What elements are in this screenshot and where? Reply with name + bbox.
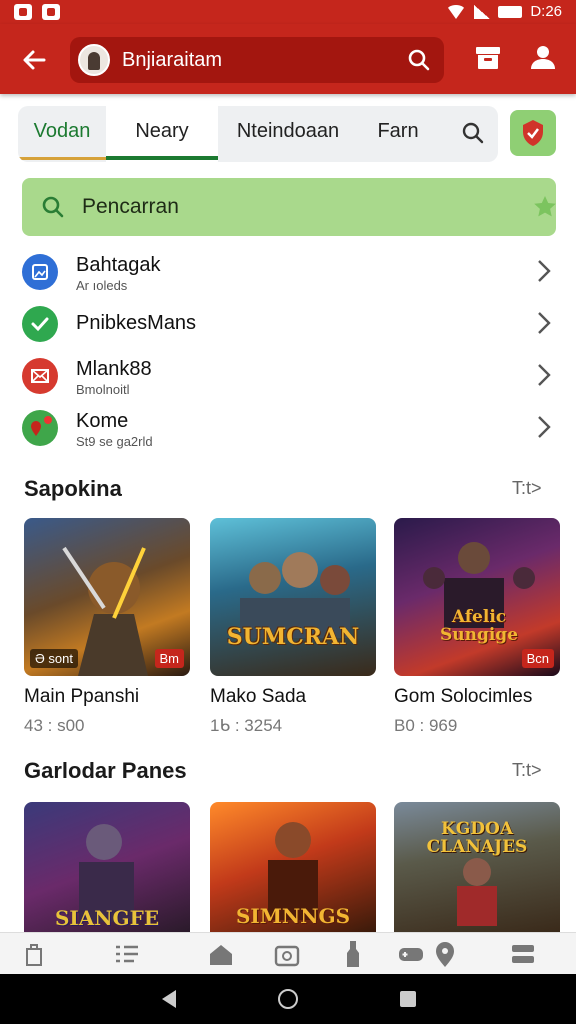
list-item[interactable]: PnibkesMans (0, 304, 576, 356)
shield-button[interactable] (510, 110, 556, 156)
tab-neary[interactable]: Neary (106, 106, 218, 162)
card-badge-right: Bcn (521, 649, 554, 668)
bottle-icon[interactable] (338, 939, 368, 969)
system-navigation-bar (0, 974, 576, 1024)
archive-icon[interactable] (474, 44, 502, 72)
list-item-title: Bahtagak (76, 254, 161, 276)
list-item[interactable]: Mlank88 Bmolnoitl (0, 356, 576, 408)
battery-icon (498, 5, 523, 18)
tab-search-icon[interactable] (460, 120, 486, 146)
tab-farn[interactable]: Farn (358, 106, 438, 162)
home-circle-icon[interactable] (277, 988, 299, 1010)
chevron-right-icon (538, 260, 551, 282)
location-icon[interactable] (430, 939, 460, 969)
app-notification-icon (14, 4, 32, 20)
camera-icon[interactable] (272, 939, 302, 969)
category-tabs: Vodan Neary Nteindoaan Farn (18, 106, 498, 162)
list-item-title: PnibkesMans (76, 312, 197, 334)
search-bar-title: Bnjiaraitam (122, 48, 223, 71)
mail-notification-icon (42, 4, 60, 20)
section-more-link[interactable]: T:t> (512, 760, 542, 781)
avatar[interactable] (78, 44, 110, 76)
store-icon[interactable] (22, 939, 52, 969)
status-bar: D:26 (0, 0, 576, 24)
home-icon[interactable] (206, 939, 236, 969)
game-art-title: Afelic Sungige (439, 607, 519, 645)
app-bar: Bnjiaraitam (0, 24, 576, 94)
check-icon (22, 306, 58, 342)
game-cover-image: SIMNNGS (210, 802, 376, 932)
search-icon (42, 196, 64, 218)
game-art-title: SIANGFE (54, 906, 160, 930)
game-stat: B0 : 969 (394, 716, 458, 735)
list-item[interactable]: Kome St9 se ga2rld (0, 408, 576, 460)
bottom-navigation (0, 932, 576, 974)
signal-icon (474, 4, 491, 19)
wifi-icon (446, 4, 467, 19)
shield-icon (523, 120, 543, 146)
chevron-right-icon (538, 416, 551, 438)
section-title: Garlodar Panes (24, 758, 187, 783)
game-card[interactable]: SIMNNGS (210, 802, 376, 932)
game-card[interactable]: KGDOA CLANAJES (394, 802, 560, 932)
game-cover-image: KGDOA CLANAJES (394, 802, 560, 932)
section-more-link[interactable]: T:t> (512, 478, 542, 499)
profile-search-bar[interactable]: Bnjiaraitam (70, 37, 444, 83)
section-title: Sapokina (24, 476, 122, 501)
list-item-title: Kome (76, 410, 129, 432)
tab-nteindoaan[interactable]: Nteindoaan (218, 106, 358, 162)
game-cover-image: SIANGFE (24, 802, 190, 932)
list-item-subtitle: Ar ıoleds (76, 278, 128, 293)
mail-icon (22, 358, 58, 394)
game-art-title: KGDOA CLANAJES (426, 819, 528, 857)
image-icon (22, 254, 58, 290)
card-badge-left: Ə sont (30, 649, 78, 668)
game-cover-image: SUMCRAN (210, 518, 376, 676)
game-title: Main Ppanshi (24, 686, 140, 707)
back-arrow-icon[interactable] (18, 44, 50, 76)
list-item-subtitle: Bmolnoitl (76, 382, 130, 397)
game-title: Mako Sada (210, 686, 307, 707)
tab-vodan[interactable]: Vodan (18, 106, 106, 162)
list-item-subtitle: St9 se ga2rld (76, 434, 153, 449)
search-placeholder: Pencarran (82, 195, 179, 218)
search-input[interactable]: Pencarran (22, 178, 556, 236)
chevron-right-icon (538, 312, 551, 334)
back-triangle-icon[interactable] (158, 988, 180, 1010)
game-stat: 43 : s00 (24, 716, 85, 735)
game-title: Gom Solocimles (394, 686, 533, 707)
list-item[interactable]: Bahtagak Ar ıoleds (0, 252, 576, 304)
recents-square-icon[interactable] (398, 989, 418, 1009)
game-cover-image: Ə sont Bm (24, 518, 190, 676)
game-cover-image: Afelic Sungige Bcn (394, 518, 560, 676)
game-card[interactable]: SIANGFE (24, 802, 190, 932)
map-pin-icon (22, 410, 58, 446)
status-time: D:26 (530, 3, 562, 20)
gamepad-icon[interactable] (396, 939, 426, 969)
list-icon[interactable] (112, 939, 142, 969)
game-art-title: SIMNNGS (235, 904, 351, 928)
menu-icon[interactable] (508, 939, 538, 969)
star-icon[interactable] (532, 194, 558, 220)
card-badge-right: Bm (154, 649, 184, 668)
chevron-right-icon (538, 364, 551, 386)
game-art-title: SUMCRAN (226, 624, 360, 650)
account-icon[interactable] (528, 42, 558, 72)
game-stat: 1ᑲ : 3254 (210, 716, 283, 735)
list-item-title: Mlank88 (76, 358, 152, 380)
search-icon[interactable] (406, 47, 432, 73)
